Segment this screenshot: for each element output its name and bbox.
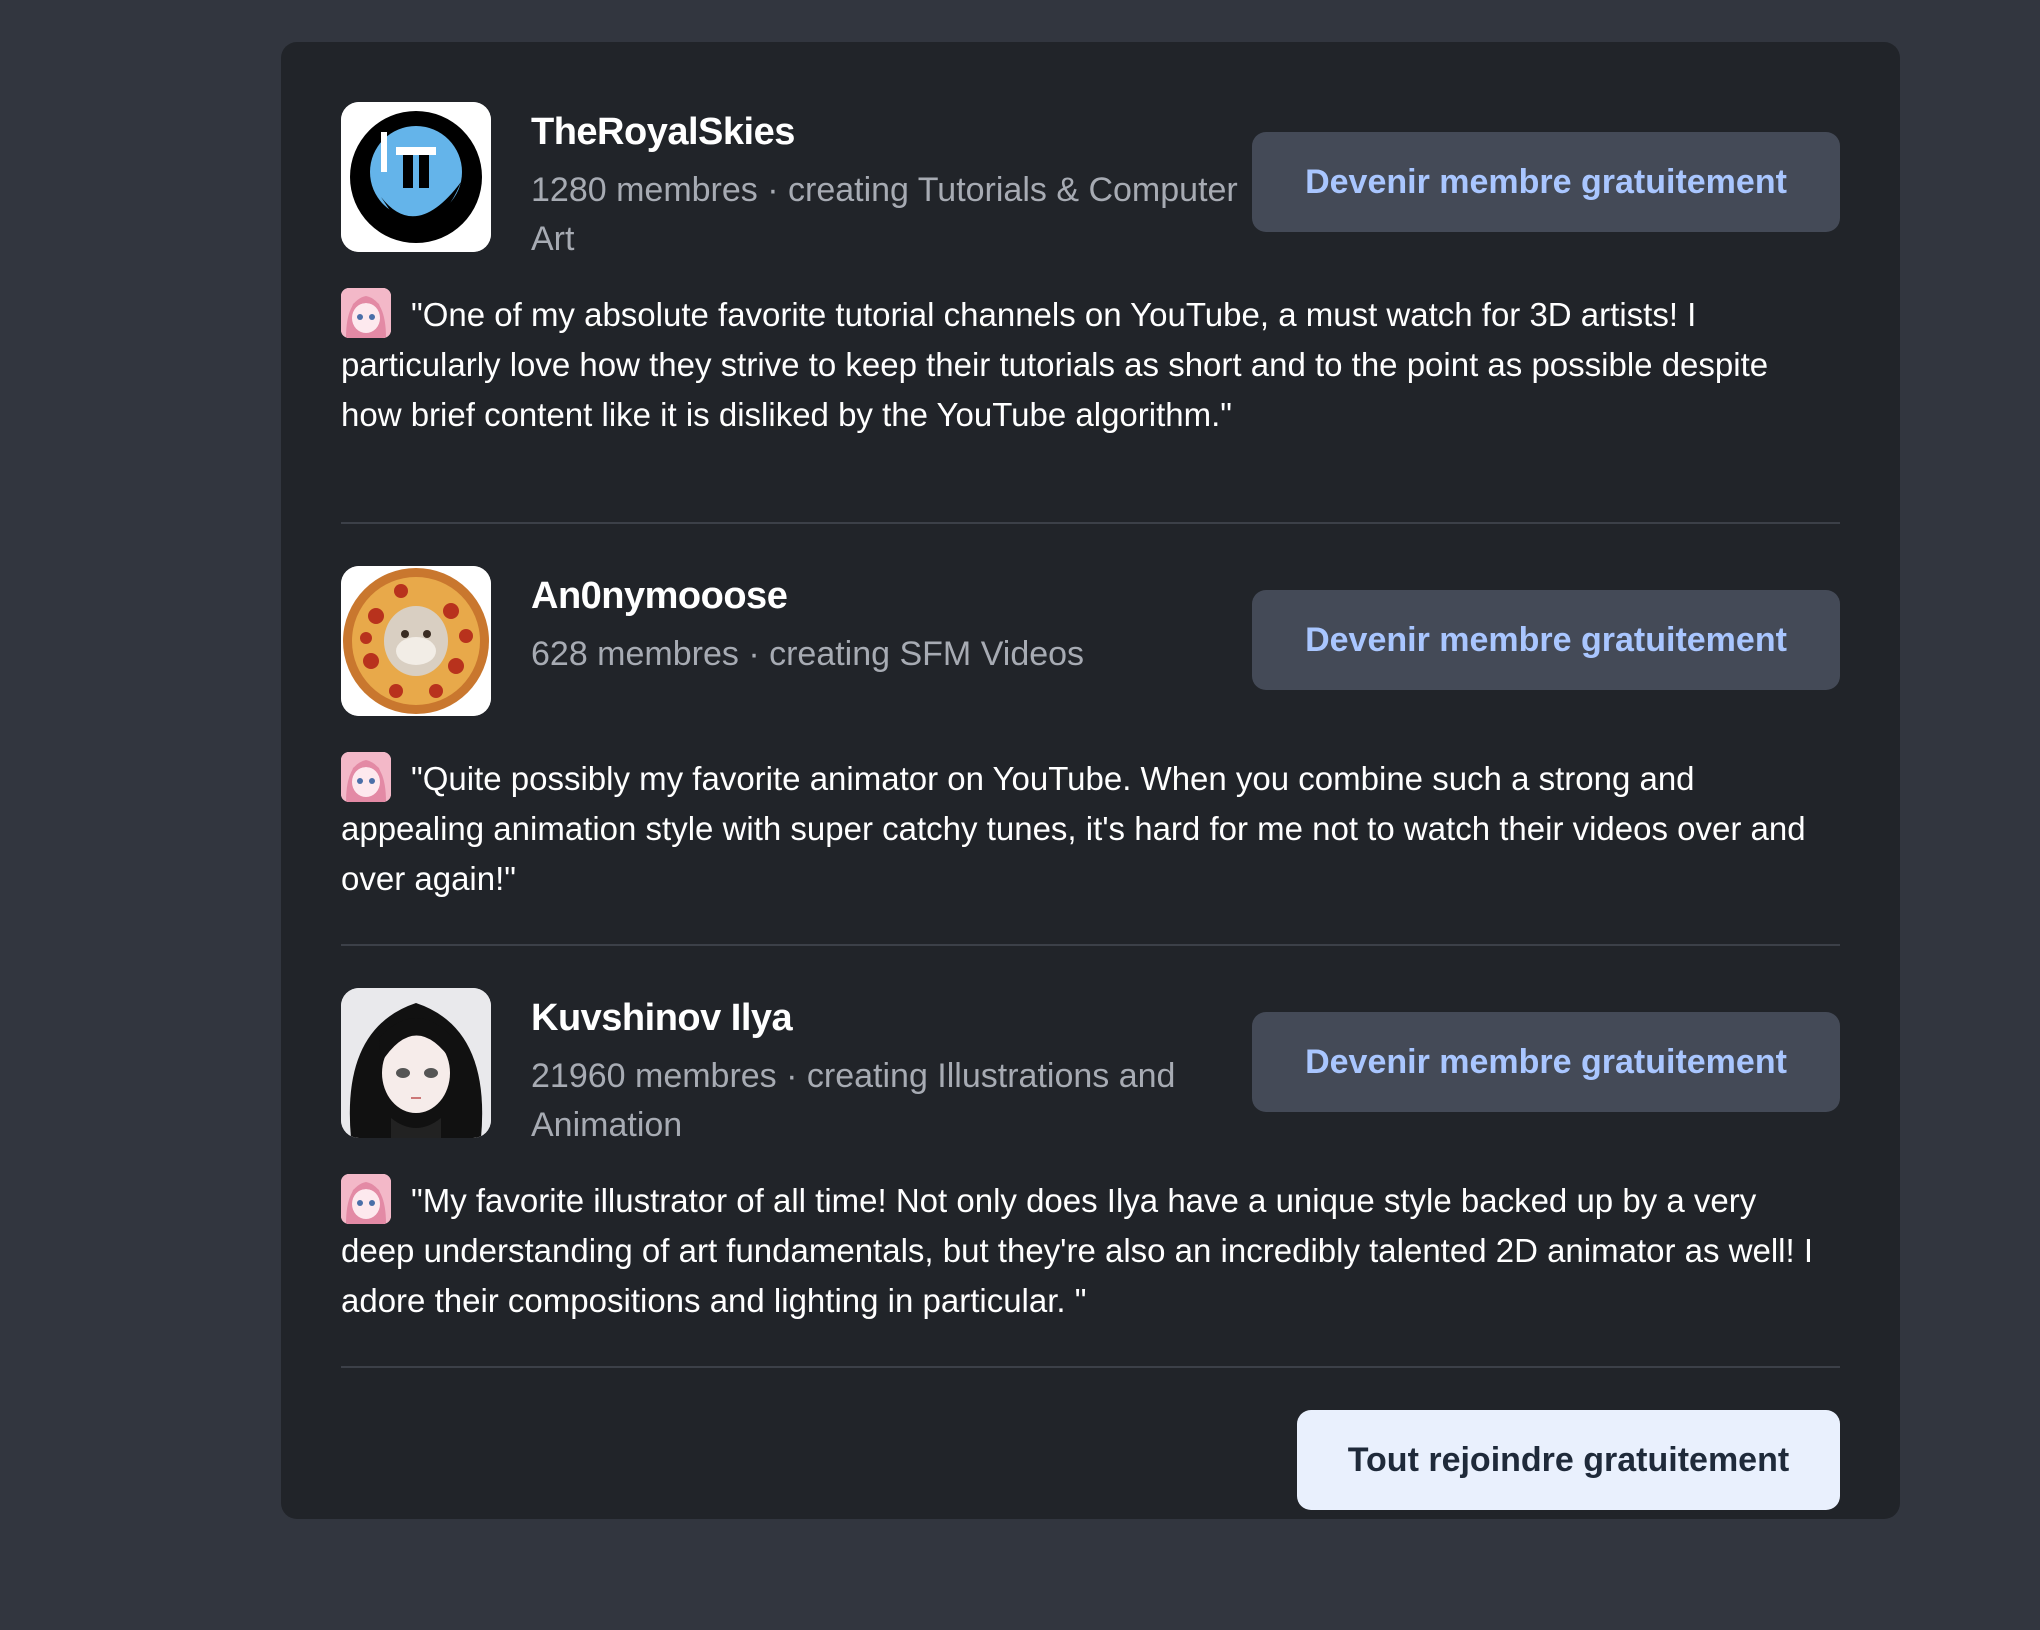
creator-item: Kuvshinov Ilya 21960 membres · creating … [341,946,1840,1368]
reviewer-avatar-icon [341,288,391,338]
creator-name[interactable]: Kuvshinov Ilya [531,994,1251,1042]
join-free-button[interactable]: Devenir membre gratuitement [1252,132,1840,232]
creator-stats: 1280 membres · creating Tutorials & Comp… [531,171,1238,258]
quote-text: "My favorite illustrator of all time! No… [341,1182,1814,1319]
royal-skies-avatar[interactable] [341,102,491,252]
creator-quote: "My favorite illustrator of all time! No… [341,1174,1831,1326]
quote-text: "Quite possibly my favorite animator on … [341,760,1806,897]
reviewer-avatar-icon [341,752,391,802]
reviewer-avatar-icon [341,1174,391,1224]
creator-name[interactable]: An0nymooose [531,572,1251,620]
creator-quote: "One of my absolute favorite tutorial ch… [341,288,1831,440]
creator-stats: 628 membres · creating SFM Videos [531,635,1085,673]
pizza-cat-avatar[interactable] [341,566,491,716]
join-free-button[interactable]: Devenir membre gratuitement [1252,1012,1840,1112]
anime-girl-avatar[interactable] [341,988,491,1138]
join-all-button[interactable]: Tout rejoindre gratuitement [1297,1410,1840,1510]
join-free-button[interactable]: Devenir membre gratuitement [1252,590,1840,690]
creator-quote: "Quite possibly my favorite animator on … [341,752,1831,904]
creator-name[interactable]: TheRoyalSkies [531,108,1251,156]
card-footer: Tout rejoindre gratuitement [341,1368,1840,1528]
creator-item: TheRoyalSkies 1280 membres · creating Tu… [341,102,1840,524]
creator-stats: 21960 membres · creating Illustrations a… [531,1057,1176,1144]
quote-text: "One of my absolute favorite tutorial ch… [341,296,1769,433]
creator-item: An0nymooose 628 membres · creating SFM V… [341,524,1840,946]
creator-recommendations-card: TheRoyalSkies 1280 membres · creating Tu… [281,42,1900,1519]
